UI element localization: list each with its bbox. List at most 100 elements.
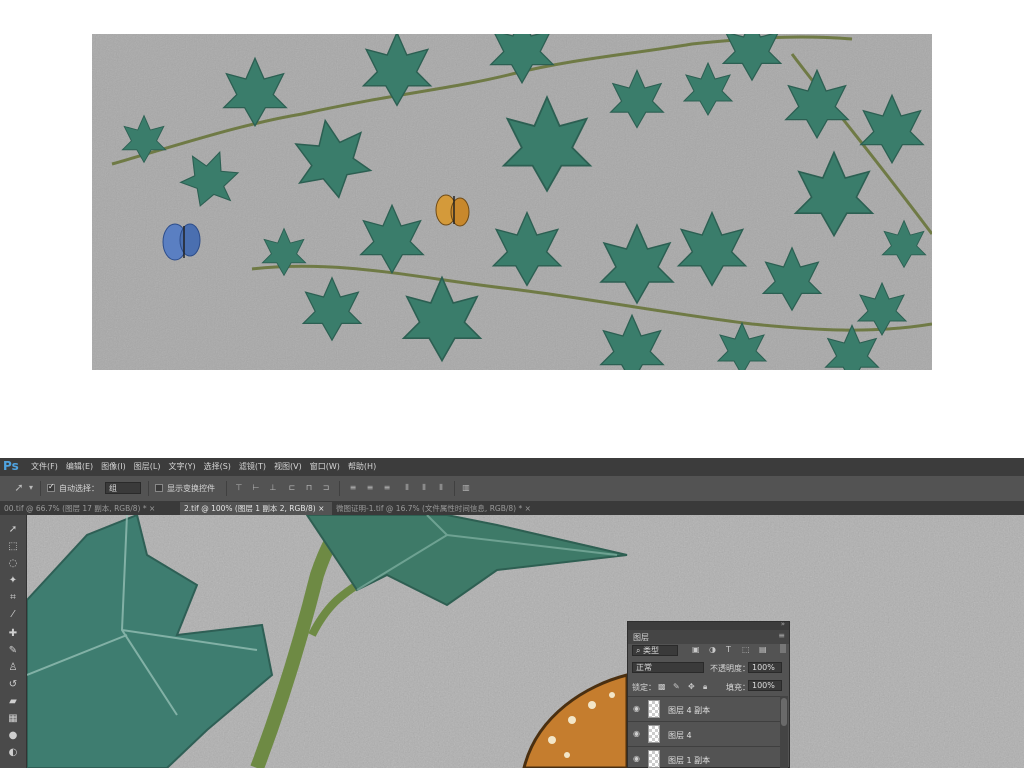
distribute-left-icon[interactable]: ⦀ xyxy=(402,483,412,493)
menu-help[interactable]: 帮助(H) xyxy=(348,461,376,472)
tools-panel: ➚ ⬚ ◌ ✦ ⌗ ⁄ ✚ ✎ ♙ ↺ ▰ ▦ ● ◐ xyxy=(0,515,27,768)
move-tool-icon[interactable]: ➚ xyxy=(4,523,22,537)
magic-wand-tool-icon[interactable]: ✦ xyxy=(4,574,22,588)
show-transform-checkbox[interactable] xyxy=(155,484,163,492)
menu-filter[interactable]: 滤镜(T) xyxy=(239,461,266,472)
lasso-tool-icon[interactable]: ◌ xyxy=(4,557,22,571)
align-right-icon[interactable]: ⊐ xyxy=(321,483,331,493)
brush-tool-icon[interactable]: ✎ xyxy=(4,644,22,658)
tab-label: 微图证明-1.tif @ 16.7% (文件属性时间信息, RGB/8) * xyxy=(336,504,523,513)
menu-window[interactable]: 窗口(W) xyxy=(310,461,340,472)
tool-preset-dropdown-icon[interactable]: ▾ xyxy=(26,483,36,493)
distribute-bottom-icon[interactable]: ≡ xyxy=(382,483,392,493)
fill-label: 填充： xyxy=(726,683,750,692)
panel-tab-row: 图层 ≡ xyxy=(628,630,789,644)
filter-kind-dropdown[interactable]: ⌕ 类型 xyxy=(632,645,678,656)
divider xyxy=(148,481,149,496)
history-brush-tool-icon[interactable]: ↺ xyxy=(4,678,22,692)
tab-label: 2.tif @ 100% (图层 1 副本 2, RGB/8) xyxy=(184,504,316,513)
menu-edit[interactable]: 编辑(E) xyxy=(66,461,93,472)
align-vcenter-icon[interactable]: ⊢ xyxy=(251,483,261,493)
auto-select-target-dropdown[interactable]: 组 xyxy=(105,482,141,494)
marquee-tool-icon[interactable]: ⬚ xyxy=(4,540,22,554)
menu-layer[interactable]: 图层(L) xyxy=(134,461,161,472)
artwork-preview xyxy=(92,34,932,370)
align-left-icon[interactable]: ⊏ xyxy=(287,483,297,493)
menu-type[interactable]: 文字(Y) xyxy=(168,461,195,472)
tab-00-tif[interactable]: 00.tif @ 66.7% (图层 17 副本, RGB/8) * × xyxy=(0,502,180,515)
opacity-label: 不透明度： xyxy=(710,664,750,673)
layers-scrollbar[interactable] xyxy=(780,696,788,768)
filter-kind-value: 类型 xyxy=(643,646,660,655)
menu-image[interactable]: 图像(I) xyxy=(101,461,126,472)
layer-row[interactable]: ◉ 图层 4 副本 xyxy=(628,696,780,721)
gradient-tool-icon[interactable]: ▦ xyxy=(4,712,22,726)
eraser-tool-icon[interactable]: ▰ xyxy=(4,695,22,709)
distribute-vcenter-icon[interactable]: ≡ xyxy=(365,483,375,493)
options-bar: ➚ ▾ 自动选择： 组 显示变换控件 ⊤ ⊢ ⊥ ⊏ ⊓ ⊐ ≡ ≡ ≡ ⦀ ⦀… xyxy=(0,477,1024,502)
orange-butterfly xyxy=(435,194,470,227)
panel-title[interactable]: 图层 xyxy=(633,632,649,643)
ivy-artwork xyxy=(92,34,932,370)
clone-stamp-tool-icon[interactable]: ♙ xyxy=(4,661,22,675)
fill-input[interactable]: 100% xyxy=(748,680,782,691)
filter-smart-object-icon[interactable]: ▤ xyxy=(759,645,767,654)
menu-bar: Ps 文件(F) 编辑(E) 图像(I) 图层(L) 文字(Y) 选择(S) 滤… xyxy=(0,458,1024,476)
layer-thumbnail xyxy=(648,700,660,718)
distribute-hcenter-icon[interactable]: ⦀ xyxy=(419,483,429,493)
close-icon[interactable]: × xyxy=(318,504,324,513)
align-top-icon[interactable]: ⊤ xyxy=(234,483,244,493)
menu-select[interactable]: 选择(S) xyxy=(204,461,231,472)
menu-file[interactable]: 文件(F) xyxy=(31,461,58,472)
filter-toggle[interactable] xyxy=(780,644,786,653)
move-tool-icon[interactable]: ➚ xyxy=(14,482,24,493)
menu-list: 文件(F) 编辑(E) 图像(I) 图层(L) 文字(Y) 选择(S) 滤镜(T… xyxy=(31,461,384,472)
eye-icon[interactable]: ◉ xyxy=(633,705,643,713)
canvas-artwork xyxy=(27,515,1024,768)
align-hcenter-icon[interactable]: ⊓ xyxy=(304,483,314,493)
tab-proof-tif[interactable]: 微图证明-1.tif @ 16.7% (文件属性时间信息, RGB/8) * × xyxy=(332,502,547,515)
close-icon[interactable]: × xyxy=(149,504,155,513)
lock-transparent-icon[interactable]: ▩ xyxy=(658,682,666,691)
eye-icon[interactable]: ◉ xyxy=(633,755,643,763)
fill-value: 100% xyxy=(752,681,775,690)
tab-2-tif[interactable]: 2.tif @ 100% (图层 1 副本 2, RGB/8) × xyxy=(180,502,332,515)
filter-type-icon[interactable]: T xyxy=(726,645,731,654)
ps-logo-icon: Ps xyxy=(3,459,19,473)
layer-row[interactable]: ◉ 图层 4 xyxy=(628,721,780,746)
auto-select-target-value: 组 xyxy=(109,484,117,493)
lock-label: 锁定： xyxy=(632,683,656,692)
filter-shape-icon[interactable]: ⬚ xyxy=(742,645,750,654)
distribute-right-icon[interactable]: ⦀ xyxy=(436,483,446,493)
lock-all-icon[interactable]: 🔒︎ xyxy=(703,682,707,692)
auto-align-icon[interactable]: ▥ xyxy=(461,483,471,493)
layer-name: 图层 1 副本 xyxy=(668,756,711,765)
lock-image-icon[interactable]: ✎ xyxy=(673,682,680,691)
eye-icon[interactable]: ◉ xyxy=(633,730,643,738)
crop-tool-icon[interactable]: ⌗ xyxy=(4,591,22,605)
search-icon: ⌕ xyxy=(636,646,644,655)
opacity-value: 100% xyxy=(752,663,775,672)
lock-position-icon[interactable]: ✥ xyxy=(688,682,695,691)
filter-pixel-icon[interactable]: ▣ xyxy=(692,645,700,654)
layer-name: 图层 4 xyxy=(668,731,692,740)
align-bottom-icon[interactable]: ⊥ xyxy=(268,483,278,493)
document-canvas[interactable] xyxy=(27,515,1024,768)
blur-tool-icon[interactable]: ● xyxy=(4,729,22,743)
collapse-icon[interactable]: » xyxy=(781,620,785,628)
close-icon[interactable]: × xyxy=(525,504,531,513)
panel-menu-icon[interactable]: ≡ xyxy=(778,631,785,640)
menu-view[interactable]: 视图(V) xyxy=(274,461,302,472)
filter-adjustment-icon[interactable]: ◑ xyxy=(709,645,716,654)
eyedropper-tool-icon[interactable]: ⁄ xyxy=(4,608,22,622)
dodge-tool-icon[interactable]: ◐ xyxy=(4,746,22,760)
show-transform-label: 显示变换控件 xyxy=(167,484,215,493)
layer-row[interactable]: ◉ 图层 1 副本 xyxy=(628,746,780,771)
opacity-input[interactable]: 100% xyxy=(748,662,782,673)
blue-butterfly xyxy=(162,223,201,261)
distribute-top-icon[interactable]: ≡ xyxy=(348,483,358,493)
auto-select-checkbox[interactable] xyxy=(47,482,55,492)
layer-name: 图层 4 副本 xyxy=(668,706,711,715)
blend-mode-dropdown[interactable]: 正常 xyxy=(632,662,704,673)
healing-brush-tool-icon[interactable]: ✚ xyxy=(4,627,22,641)
